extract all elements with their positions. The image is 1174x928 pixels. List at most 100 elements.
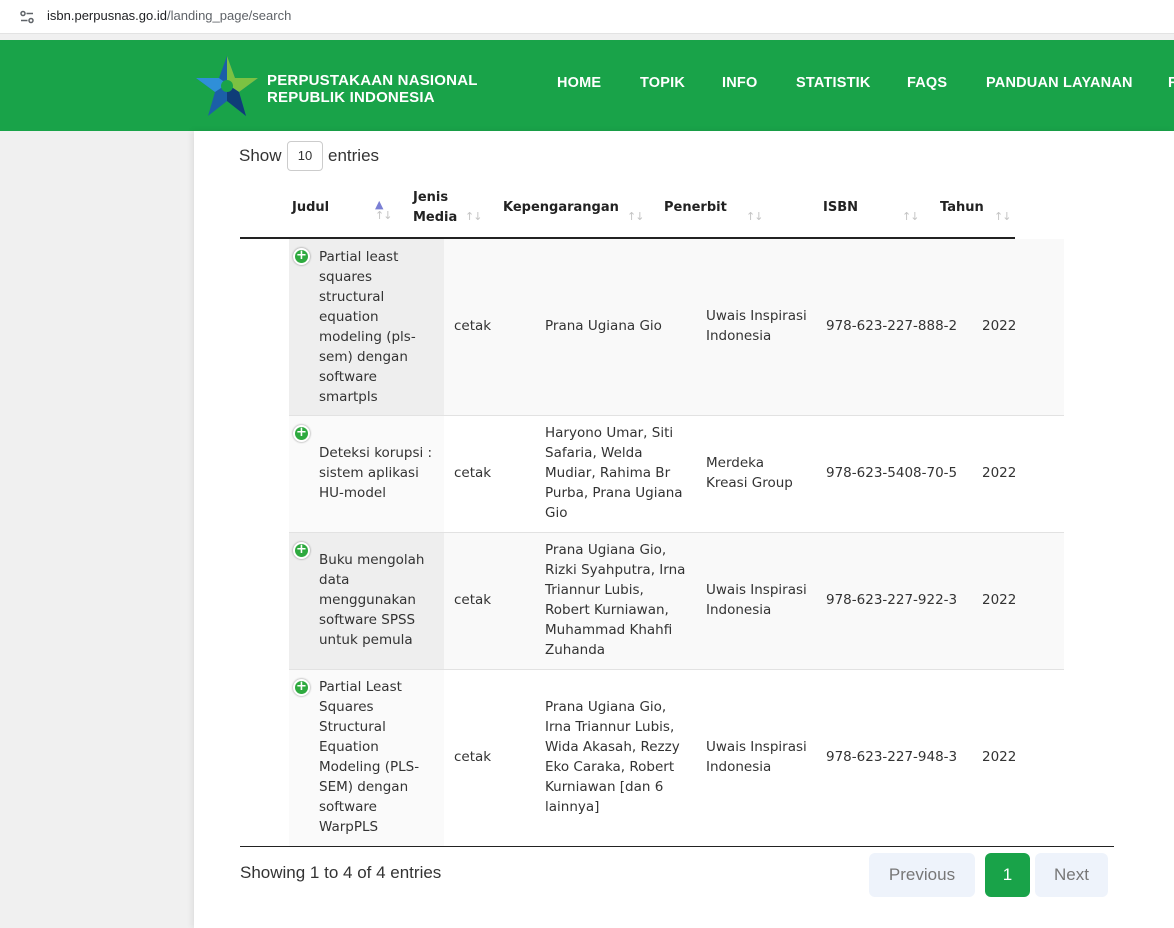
publisher-line: Indonesia [706,328,772,344]
author-line: Purba, Prana Ugiana [545,485,683,501]
publisher-line: Indonesia [706,759,772,775]
judul-line: Structural [319,719,386,735]
cell-tahun: 2022 [982,318,1017,334]
nav-panduan-layanan[interactable]: PANDUAN LAYANAN [986,75,1133,91]
judul-line: SEM) dengan [319,779,409,795]
th-judul[interactable]: Judul [292,198,329,218]
judul-line: untuk pemula [319,632,413,648]
cell-kepengarangan: Prana Ugiana Gio [545,316,662,336]
sort-jenis-icon[interactable]: ↑↓ [465,210,482,223]
nav-item-clipped[interactable]: F [1168,75,1174,91]
author-line: Irna Triannur Lubis, [545,719,675,735]
th-penerbit[interactable]: Penerbit [664,198,727,218]
judul-line: modeling (pls- [319,329,416,345]
expand-row-plus-icon[interactable]: + [293,679,310,696]
judul-line: Squares [319,699,374,715]
judul-line: sistem aplikasi [319,465,419,481]
author-line: Wida Akasah, Rezzy [545,739,680,755]
judul-line: squares [319,269,373,285]
cell-isbn: 978-623-5408-70-5 [826,465,958,481]
nav-home[interactable]: HOME [557,75,601,91]
pagination-page-1-button[interactable]: 1 [985,853,1030,897]
author-line: Zuhanda [545,642,606,658]
table-info-text: Showing 1 to 4 of 4 entries [240,863,442,882]
address-bar[interactable]: isbn.perpusnas.go.id/landing_page/search [0,0,1174,34]
table-row: + Partial least squares structural equat… [289,239,1064,416]
cell-judul: Partial least squares structural equatio… [319,247,416,407]
cell-media: cetak [454,465,492,481]
judul-line: menggunakan [319,592,416,608]
table-row: + Partial Least Squares Structural Equat… [289,670,1064,846]
cell-kepengarangan: Haryono Umar, Siti Safaria, Welda Mudiar… [545,423,683,523]
author-line: Eko Caraka, Robert [545,759,675,775]
cell-penerbit: Uwais Inspirasi Indonesia [706,737,807,777]
cell-penerbit: Merdeka Kreasi Group [706,453,793,493]
author-line: Gio [545,505,568,521]
th-tahun[interactable]: Tahun [940,198,984,218]
perpusnas-star-logo-icon[interactable] [194,54,260,118]
author-line: Haryono Umar, Siti [545,425,674,441]
judul-line: software [319,799,377,815]
cell-tahun: 2022 [982,749,1017,765]
publisher-line: Uwais Inspirasi [706,582,807,598]
entries-per-page-select[interactable]: 10 [287,141,323,171]
judul-line: Partial least [319,249,399,265]
author-line: lainnya] [545,799,600,815]
expand-row-plus-icon[interactable]: + [293,248,310,265]
cell-kepengarangan: Prana Ugiana Gio, Irna Triannur Lubis, W… [545,697,680,817]
judul-line: Partial Least [319,679,402,695]
cell-kepengarangan: Prana Ugiana Gio, Rizki Syahputra, Irna … [545,540,685,660]
logo-line-2: REPUBLIK INDONESIA [267,89,435,106]
author-line: Muhammad Khahfi [545,622,673,638]
sort-tahun-icon[interactable]: ↑↓ [994,210,1011,223]
publisher-line: Uwais Inspirasi [706,739,807,755]
author-line: Triannur Lubis, [545,582,644,598]
sort-kepengarangan-icon[interactable]: ↑↓ [627,210,644,223]
publisher-line: Indonesia [706,602,772,618]
logo-text[interactable]: PERPUSTAKAAN NASIONAL REPUBLIK INDONESIA [267,72,478,106]
author-line: Prana Ugiana Gio [545,318,662,334]
cell-media: cetak [454,318,492,334]
author-line: Kurniawan [dan 6 [545,779,664,795]
author-line: Prana Ugiana Gio, [545,699,667,715]
pagination-next-button[interactable]: Next [1035,853,1108,897]
th-isbn[interactable]: ISBN [823,198,858,218]
cell-judul: Partial Least Squares Structural Equatio… [319,677,419,837]
show-label: Show [239,146,282,165]
expand-row-plus-icon[interactable]: + [293,542,310,559]
nav-info[interactable]: INFO [722,75,757,91]
table-row: + Deteksi korupsi : sistem aplikasi HU-m… [289,416,1064,533]
cell-tahun: 2022 [982,465,1017,481]
judul-line: Equation [319,739,379,755]
pagination-previous-button[interactable]: Previous [869,853,975,897]
author-line: Robert Kurniawan, [545,602,669,618]
cell-isbn: 978-623-227-948-3 [826,749,958,765]
judul-line: Buku mengolah [319,552,425,568]
th-kepengarangan[interactable]: Kepengarangan [503,198,619,218]
table-bottom-divider [240,846,1114,847]
author-line: Rizki Syahputra, Irna [545,562,686,578]
author-line: Prana Ugiana Gio, [545,542,667,558]
judul-line: Deteksi korupsi : [319,445,433,461]
cell-judul: Deteksi korupsi : sistem aplikasi HU-mod… [319,443,432,503]
sort-isbn-icon[interactable]: ↑↓ [902,210,919,223]
sort-judul-icon[interactable]: ▲ ↑↓ [375,199,392,221]
judul-line: HU-model [319,485,386,501]
sort-penerbit-icon[interactable]: ↑↓ [746,210,763,223]
judul-line: structural [319,289,385,305]
nav-topik[interactable]: TOPIK [640,75,685,91]
nav-faqs[interactable]: FAQS [907,75,947,91]
th-jenis-line2: Media [413,210,458,225]
cell-penerbit: Uwais Inspirasi Indonesia [706,306,807,346]
publisher-line: Kreasi Group [706,475,793,491]
site-header: PERPUSTAKAAN NASIONAL REPUBLIK INDONESIA… [0,40,1174,131]
entries-label: entries [328,146,380,165]
cell-isbn: 978-623-227-888-2 [826,318,958,334]
expand-row-plus-icon[interactable]: + [293,425,310,442]
publisher-line: Uwais Inspirasi [706,308,807,324]
nav-statistik[interactable]: STATISTIK [796,75,871,91]
th-jenis-media[interactable]: Jenis Media [413,188,457,228]
url-text[interactable]: isbn.perpusnas.go.id/landing_page/search [47,8,291,23]
author-line: Safaria, Welda [545,445,643,461]
site-settings-icon[interactable] [19,9,35,25]
